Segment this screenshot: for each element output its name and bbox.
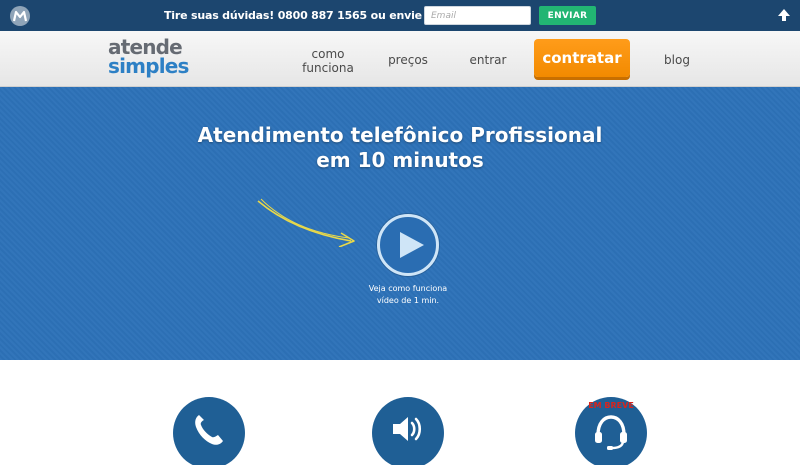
hero-title-line-2: em 10 minutos (316, 148, 484, 172)
feature-phone (173, 397, 245, 465)
speaker-icon (393, 417, 422, 441)
phone-icon (195, 415, 223, 445)
nav-bar: atende simples como funciona preços entr… (0, 31, 800, 87)
coming-soon-badge: EM BREVE (588, 401, 634, 410)
video-caption-line-1: Veja como funciona (368, 284, 448, 293)
nav-como-funciona[interactable]: como funciona (298, 47, 358, 75)
video-caption-line-2: vídeo de 1 min. (376, 296, 440, 305)
feature-audio (372, 397, 444, 465)
nav-blog[interactable]: blog (656, 53, 698, 67)
email-input[interactable] (424, 6, 531, 25)
arrow-doodle-icon (257, 198, 355, 247)
play-video-button[interactable] (377, 214, 439, 276)
send-button[interactable]: ENVIAR (539, 6, 596, 25)
up-arrow-icon[interactable] (776, 7, 792, 23)
m-logo-icon[interactable] (10, 6, 30, 26)
hero-section: Atendimento telefônico Profissional em 1… (0, 87, 800, 360)
contratar-button[interactable]: contratar (534, 39, 630, 77)
top-bar: Tire suas dúvidas! 0800 887 1565 ou envi… (0, 0, 800, 31)
brand-line-2: simples (108, 54, 189, 78)
nav-entrar[interactable]: entrar (462, 53, 514, 67)
hero-title-line-1: Atendimento telefônico Profissional (197, 123, 603, 147)
play-icon (400, 232, 424, 258)
headset-icon (595, 415, 627, 450)
nav-precos[interactable]: preços (381, 53, 435, 67)
brand-logo[interactable]: atende simples (108, 37, 189, 76)
video-caption: Veja como funciona vídeo de 1 min. (350, 283, 466, 307)
hero-title: Atendimento telefônico Profissional em 1… (0, 123, 800, 173)
